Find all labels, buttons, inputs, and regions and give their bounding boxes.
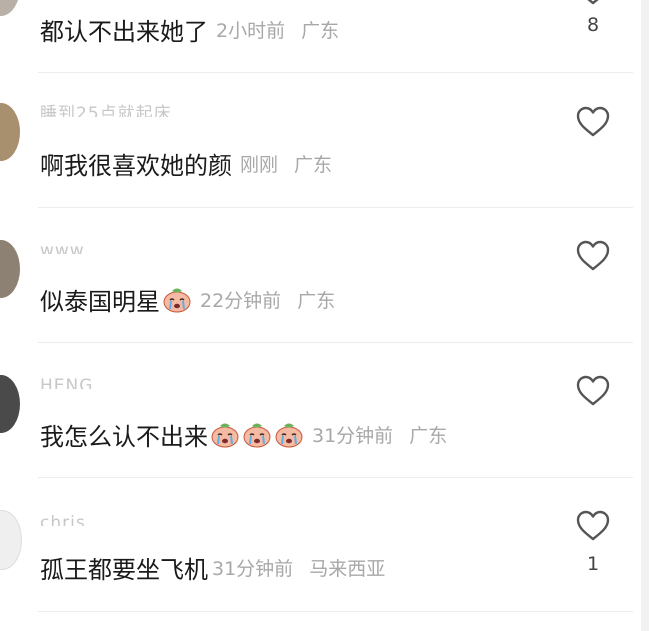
avatar[interactable] xyxy=(0,375,20,433)
comment-time: 刚刚 xyxy=(240,153,279,176)
avatar[interactable] xyxy=(0,0,20,16)
heart-outline-icon[interactable] xyxy=(575,375,611,407)
crying-peach-emoji xyxy=(163,288,191,313)
comment-time: 2小时前 xyxy=(216,19,286,42)
comment-text: 我怎么认不出来 xyxy=(40,422,208,451)
comment-username[interactable]: chris xyxy=(40,512,86,526)
comment-username[interactable]: HENG xyxy=(40,375,93,389)
like-count: 1 xyxy=(586,553,600,575)
comment-text: 啊我很喜欢她的颜 xyxy=(40,151,232,180)
crying-peach-emoji xyxy=(243,423,271,448)
avatar[interactable] xyxy=(0,510,22,570)
crying-peach-emoji xyxy=(211,423,239,448)
comment-username[interactable]: www xyxy=(40,240,85,254)
comment-text: 似泰国明星 xyxy=(40,287,160,316)
comment-username[interactable]: 睡到25点就起床 xyxy=(40,103,172,117)
heart-outline-icon[interactable] xyxy=(575,240,611,272)
comment-item: chris 孤王都要坐飞机 31分钟前 马来西亚 1 xyxy=(0,478,641,631)
comment-list: 都认不出来她了 2小时前 广东 8 睡到25点就起床 啊我很喜欢她的颜 刚刚 广… xyxy=(0,0,649,631)
divider xyxy=(38,611,633,612)
comment-location: 马来西亚 xyxy=(309,557,386,580)
comment-location: 广东 xyxy=(301,19,340,42)
avatar[interactable] xyxy=(0,103,20,161)
comment-location: 广东 xyxy=(297,289,336,312)
comment-time: 31分钟前 xyxy=(312,424,394,447)
comment-item: HENG 我怎么认不出来 31分钟前 广东 xyxy=(0,343,641,478)
scroll-edge xyxy=(641,0,649,631)
comment-time: 22分钟前 xyxy=(200,289,282,312)
heart-outline-icon[interactable] xyxy=(575,510,611,542)
comment-item: 睡到25点就起床 啊我很喜欢她的颜 刚刚 广东 xyxy=(0,73,641,208)
avatar[interactable] xyxy=(0,240,20,298)
crying-peach-emoji xyxy=(275,423,303,448)
comment-location: 广东 xyxy=(294,153,333,176)
comment-item: 都认不出来她了 2小时前 广东 8 xyxy=(0,0,641,73)
heart-outline-icon[interactable] xyxy=(575,0,611,6)
comment-item: www 似泰国明星 22分钟前 广东 xyxy=(0,208,641,343)
comment-text: 孤王都要坐飞机 xyxy=(40,555,208,584)
comment-location: 广东 xyxy=(409,424,448,447)
heart-outline-icon[interactable] xyxy=(575,106,611,138)
like-count: 8 xyxy=(586,14,600,36)
comment-text: 都认不出来她了 xyxy=(40,17,208,46)
comment-time: 31分钟前 xyxy=(212,557,294,580)
